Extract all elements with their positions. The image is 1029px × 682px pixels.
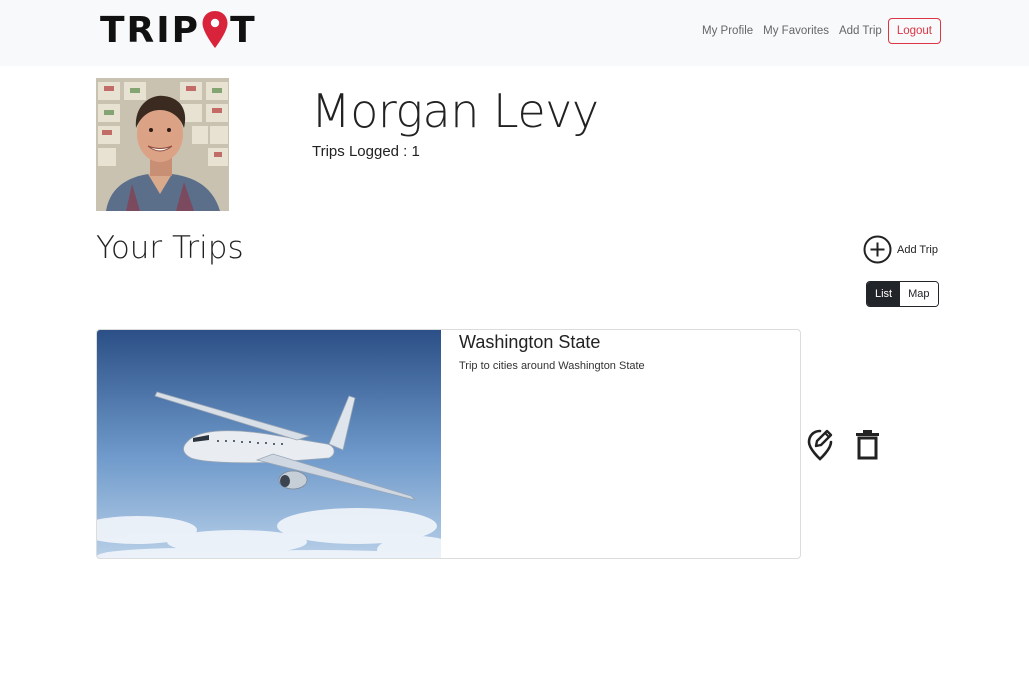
map-view-button[interactable]: Map bbox=[900, 282, 938, 306]
trash-icon[interactable] bbox=[855, 429, 880, 460]
edit-location-icon[interactable] bbox=[806, 427, 836, 461]
trips-logged-count: Trips Logged : 1 bbox=[312, 143, 420, 160]
brand-prefix: TRIP bbox=[100, 9, 201, 51]
trip-card[interactable]: Washington State Trip to cities around W… bbox=[96, 329, 801, 559]
nav-link-add-trip[interactable]: Add Trip bbox=[834, 18, 887, 44]
avatar bbox=[96, 78, 229, 211]
brand-logo[interactable]: TRIP T bbox=[100, 9, 257, 51]
profile-photo bbox=[96, 78, 229, 211]
trip-title: Washington State bbox=[459, 332, 601, 352]
nav-links: My Profile My Favorites Add Trip Logout bbox=[697, 18, 941, 44]
profile-name: Morgan Levy bbox=[311, 84, 599, 138]
plus-circle-icon bbox=[863, 235, 892, 264]
add-trip-label: Add Trip bbox=[897, 243, 938, 256]
view-toggle: List Map bbox=[866, 281, 939, 307]
nav-link-my-favorites[interactable]: My Favorites bbox=[758, 18, 834, 44]
logout-button[interactable]: Logout bbox=[887, 18, 941, 44]
navbar: TRIP T My Profile My Favorites Add Trip … bbox=[0, 0, 1029, 66]
map-pin-icon bbox=[202, 11, 228, 48]
trip-image-airplane bbox=[97, 330, 441, 558]
your-trips-heading: Your Trips bbox=[96, 230, 244, 266]
trip-description: Trip to cities around Washington State bbox=[459, 360, 645, 372]
nav-link-my-profile[interactable]: My Profile bbox=[697, 18, 758, 44]
brand-suffix: T bbox=[230, 9, 257, 51]
add-trip-button[interactable]: Add Trip bbox=[863, 235, 938, 264]
list-view-button[interactable]: List bbox=[867, 282, 901, 306]
